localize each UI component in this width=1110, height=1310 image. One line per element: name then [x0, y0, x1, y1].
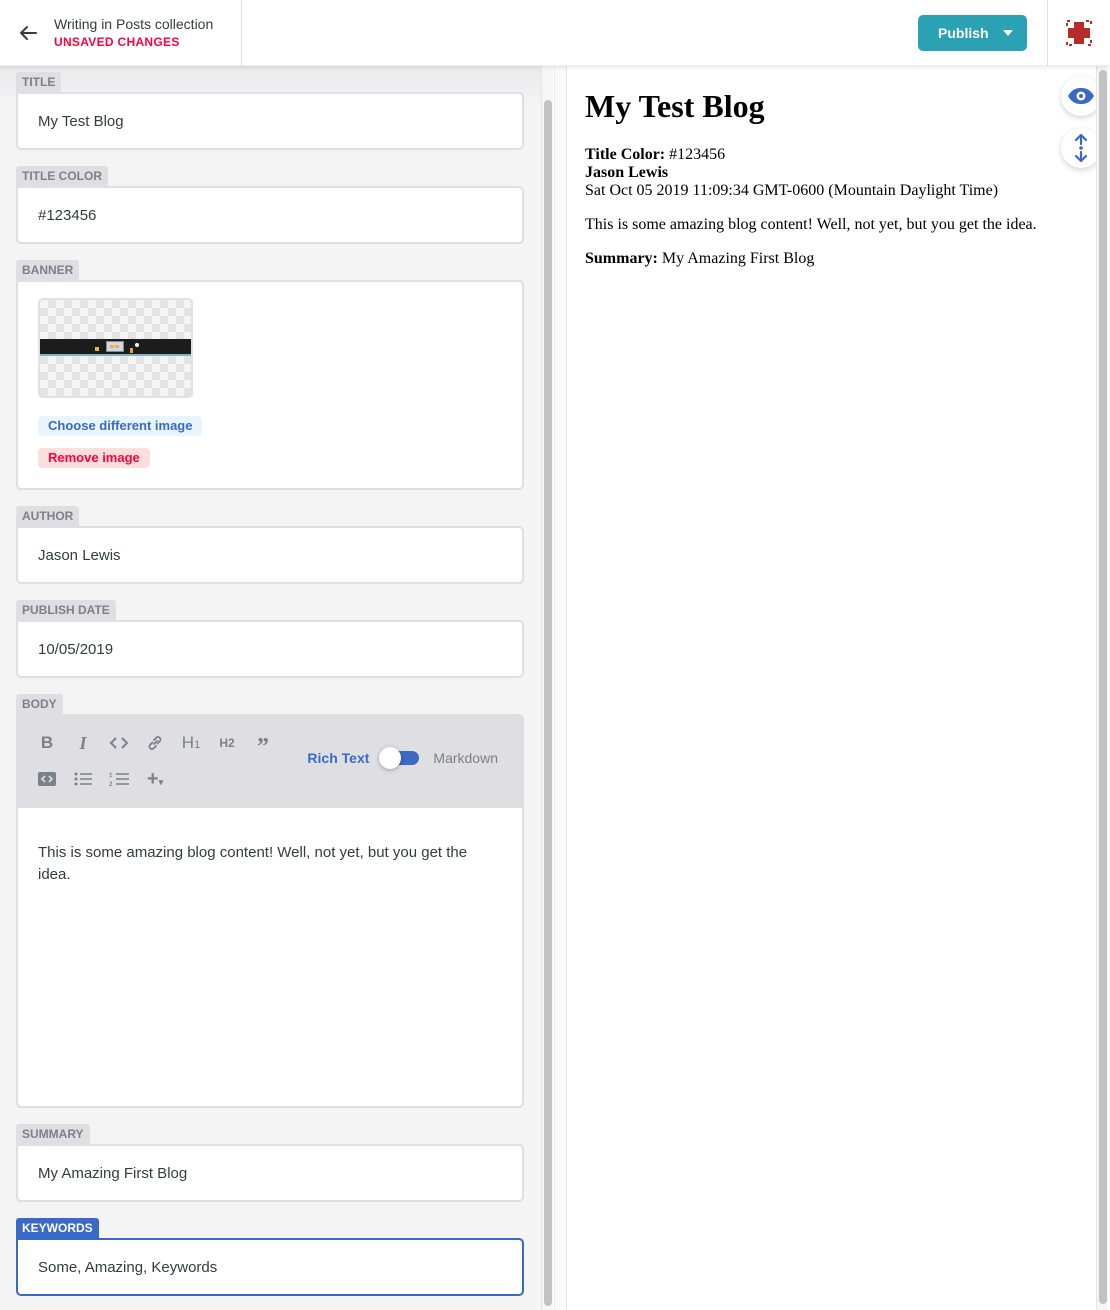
preview-author: Jason Lewis — [585, 164, 669, 181]
author-input[interactable]: Jason Lewis — [16, 526, 524, 584]
link-icon — [148, 736, 162, 750]
field-title-color: TITLE COLOR #123456 — [16, 166, 524, 244]
unsaved-status: UNSAVED CHANGES — [54, 35, 180, 49]
code-block-icon — [38, 772, 56, 786]
code-block-button[interactable] — [34, 766, 60, 792]
body-editor: B I H1 H2 ” 12 +▾ Rich Text Markdown Thi… — [16, 714, 524, 1108]
link-button[interactable] — [142, 730, 168, 756]
banner-image — [40, 339, 191, 356]
quote-button[interactable]: ” — [250, 730, 276, 760]
bold-button[interactable]: B — [34, 730, 60, 756]
preview-scrollbar-thumb[interactable] — [1099, 70, 1107, 1304]
keywords-input[interactable]: Some, Amazing, Keywords — [16, 1238, 524, 1296]
field-keywords: KEYWORDS Some, Amazing, Keywords — [16, 1218, 524, 1296]
mode-switch[interactable] — [379, 747, 420, 769]
field-title: TITLE My Test Blog — [16, 72, 524, 150]
preview-summary: Summary: My Amazing First Blog — [585, 250, 1065, 268]
preview-summary-value: My Amazing First Blog — [657, 250, 815, 267]
quote-icon: ” — [257, 734, 269, 760]
eye-icon — [1068, 88, 1094, 104]
publish-date-input[interactable]: 10/05/2019 — [16, 620, 524, 678]
numbered-list-icon: 12 — [109, 773, 129, 787]
numbered-list-button[interactable]: 12 — [106, 766, 132, 792]
add-component-button[interactable]: +▾ — [142, 766, 168, 792]
markdown-label[interactable]: Markdown — [433, 750, 498, 766]
sync-scroll-icon — [1074, 133, 1088, 163]
rich-text-toolbar: B I H1 H2 ” 12 +▾ Rich Text Markdown — [18, 716, 522, 808]
field-summary: SUMMARY My Amazing First Blog — [16, 1124, 524, 1202]
editor-scrollbar[interactable] — [541, 66, 553, 1310]
preview-pane: My Test Blog Title Color: #123456 Jason … — [566, 66, 1110, 1310]
toggle-preview-button[interactable] — [1061, 76, 1101, 116]
field-publish-date: PUBLISH DATE 10/05/2019 — [16, 600, 524, 678]
preview-content: My Test Blog Title Color: #123456 Jason … — [585, 86, 1065, 284]
preview-summary-label: Summary: — [585, 250, 658, 267]
switch-knob — [379, 747, 402, 769]
body-textarea[interactable]: This is some amazing blog content! Well,… — [18, 808, 522, 1106]
heading-two-icon: H2 — [219, 736, 235, 750]
field-label: BANNER — [16, 260, 80, 280]
field-label: TITLE — [16, 72, 62, 92]
preview-title-color-value: #123456 — [665, 146, 726, 163]
field-label: TITLE COLOR — [16, 166, 108, 186]
collection-title-block: Writing in Posts collection UNSAVED CHAN… — [54, 15, 213, 49]
code-icon — [109, 737, 129, 749]
banner-widget: Choose different image Remove image — [16, 280, 524, 490]
user-avatar-icon[interactable] — [1064, 18, 1094, 48]
banner-image-preview — [38, 298, 193, 398]
bulleted-list-icon — [74, 772, 92, 786]
field-label: KEYWORDS — [16, 1218, 99, 1238]
rich-text-label[interactable]: Rich Text — [307, 750, 369, 766]
plus-icon: +▾ — [146, 767, 164, 790]
field-label: PUBLISH DATE — [16, 600, 116, 620]
publish-label: Publish — [938, 25, 989, 41]
heading-two-button[interactable]: H2 — [214, 730, 240, 756]
caret-down-icon — [1002, 30, 1013, 36]
field-label: SUMMARY — [16, 1124, 90, 1144]
publish-button[interactable]: Publish — [918, 15, 1027, 51]
pane-gutter — [554, 66, 566, 1310]
divider — [241, 0, 242, 66]
bulleted-list-button[interactable] — [70, 766, 96, 792]
preview-meta: Title Color: #123456 Jason Lewis Sat Oct… — [585, 146, 1065, 200]
heading-one-icon: H1 — [181, 733, 201, 752]
back-button[interactable] — [0, 0, 56, 66]
field-banner: BANNER Choose different image Remove ima… — [16, 260, 524, 490]
divider — [1047, 0, 1048, 66]
preview-title: My Test Blog — [585, 88, 765, 124]
preview-title-color-label: Title Color: — [585, 146, 666, 163]
bold-icon: B — [40, 733, 54, 752]
choose-image-button[interactable]: Choose different image — [38, 416, 203, 436]
title-color-input[interactable]: #123456 — [16, 186, 524, 244]
preview-date: Sat Oct 05 2019 11:09:34 GMT-0600 (Mount… — [585, 182, 999, 199]
field-label: AUTHOR — [16, 506, 80, 526]
sync-scroll-button[interactable] — [1061, 128, 1101, 168]
italic-icon: I — [79, 732, 87, 753]
summary-input[interactable]: My Amazing First Blog — [16, 1144, 524, 1202]
italic-button[interactable]: I — [70, 730, 96, 756]
editor-pane: TITLE My Test Blog TITLE COLOR #123456 B… — [0, 66, 541, 1310]
editor-toolbar: Writing in Posts collection UNSAVED CHAN… — [0, 0, 1110, 66]
svg-text:2: 2 — [109, 782, 113, 787]
heading-one-button[interactable]: H1 — [178, 730, 204, 756]
field-label: BODY — [16, 694, 63, 714]
code-button[interactable] — [106, 730, 132, 756]
title-input[interactable]: My Test Blog — [16, 92, 524, 150]
preview-scrollbar[interactable] — [1096, 66, 1108, 1310]
field-author: AUTHOR Jason Lewis — [16, 506, 524, 584]
svg-text:1: 1 — [109, 773, 113, 779]
collection-title: Writing in Posts collection — [54, 16, 214, 32]
field-body: BODY B I H1 H2 ” 1 2 +▾ Rich Text Markdo… — [16, 694, 524, 1108]
editor-scrollbar-thumb[interactable] — [544, 100, 552, 1306]
arrow-left-icon — [20, 26, 37, 40]
remove-image-button[interactable]: Remove image — [38, 448, 150, 468]
preview-body: This is some amazing blog content! Well,… — [585, 216, 1037, 233]
editor-mode-toggle: Rich Text Markdown — [307, 747, 498, 769]
